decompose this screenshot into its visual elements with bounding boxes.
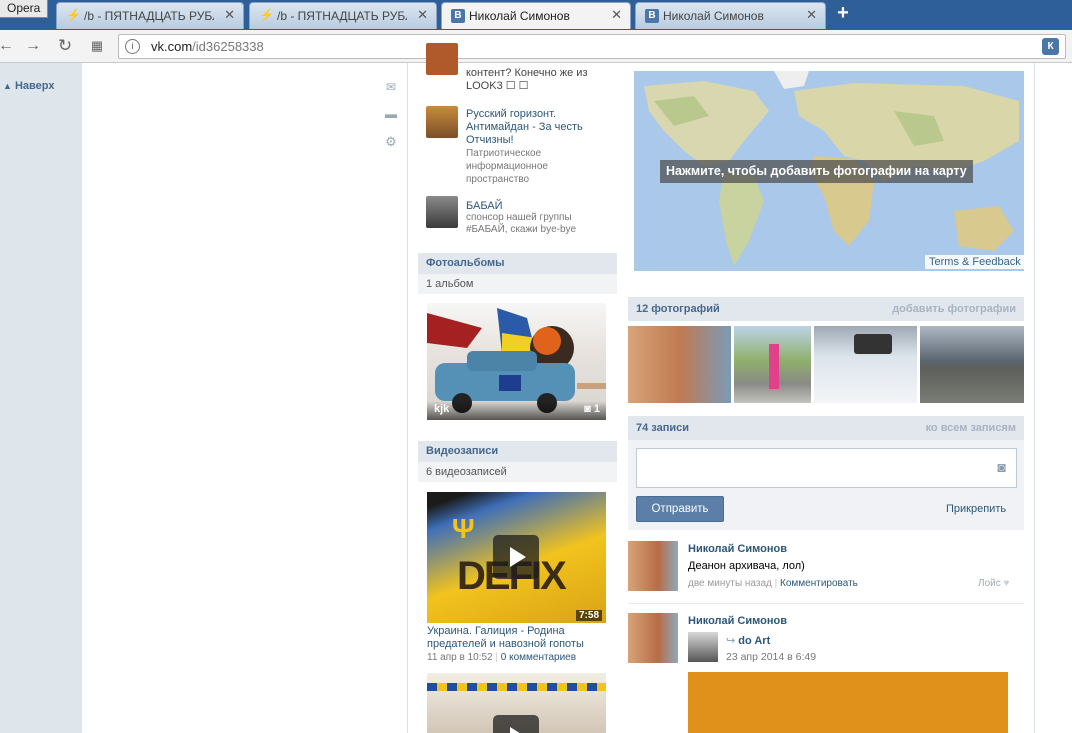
- group-title[interactable]: контент? Конечно же из LOOK3 ☐ ☐: [466, 67, 606, 93]
- terms-feedback-link[interactable]: Terms & Feedback: [925, 255, 1025, 269]
- comment-icon[interactable]: ▬: [384, 107, 398, 121]
- album-cover[interactable]: kjk ◙ 1: [427, 303, 606, 420]
- group-desc: спонсор нашей группы #БАБАЙ, скажи bye-b…: [466, 212, 577, 235]
- group-avatar: [426, 106, 458, 138]
- flags-decoration: [427, 683, 606, 691]
- photo-thumbnail[interactable]: [814, 326, 917, 403]
- wall-count-link[interactable]: 74 записи: [636, 416, 689, 440]
- repost-source[interactable]: ↪ do Art: [726, 634, 770, 647]
- album-photo-count: ◙ 1: [584, 403, 600, 415]
- browser-tab-active[interactable]: В Николай Симонов ✕: [441, 2, 631, 29]
- camera-icon: ◙: [584, 403, 591, 415]
- photos-count-link[interactable]: 12 фотографий: [636, 297, 720, 321]
- scroll-to-top-link[interactable]: ▲ Наверх: [3, 80, 54, 92]
- video-meta: 11 апр в 10:52 | 0 комментариев: [427, 652, 577, 663]
- tab-title: Николай Симонов: [469, 9, 570, 23]
- play-icon[interactable]: [493, 535, 539, 579]
- add-photos-link[interactable]: добавить фотографии: [892, 297, 1016, 321]
- group-avatar: [426, 196, 458, 228]
- vk-extension-icon[interactable]: К: [1042, 38, 1059, 55]
- post-time[interactable]: две минуты назад: [688, 578, 772, 589]
- vk-icon: В: [451, 9, 465, 23]
- post-image[interactable]: [688, 672, 1008, 733]
- browser-toolbar: ← → ↻ ▦ i vk.com/id36258338 К: [0, 30, 1072, 63]
- tab-title: Николай Симонов: [663, 9, 764, 23]
- post-text: Деанон архивача, лол): [688, 560, 805, 572]
- share-arrow-icon: ↪: [726, 635, 736, 647]
- post-input[interactable]: ◙: [636, 448, 1017, 488]
- site-info-icon[interactable]: i: [125, 39, 140, 54]
- video-date: 11 апр в 10:52: [427, 652, 493, 663]
- scroll-up-bar[interactable]: [0, 63, 82, 733]
- post-meta: две минуты назад | Комментировать: [688, 578, 858, 589]
- photo-thumbnail[interactable]: [734, 326, 811, 403]
- bolt-icon: ⚡: [259, 8, 274, 22]
- group-title[interactable]: Русский горизонт. Антимайдан - За честь …: [466, 108, 606, 147]
- browser-tab[interactable]: ⚡ /b - ПЯТНАДЦАТЬ РУБЛЕ ✕: [56, 2, 244, 29]
- back-arrow-icon[interactable]: ←: [0, 36, 16, 56]
- video-thumbnail[interactable]: Ψ DEFIX 7:58: [427, 492, 606, 623]
- avatar[interactable]: [628, 613, 678, 663]
- attach-link[interactable]: Прикрепить: [946, 503, 1006, 515]
- photo-thumbnail[interactable]: [628, 326, 731, 403]
- triangle-up-icon: ▲: [3, 81, 12, 91]
- camera-icon[interactable]: ◙: [998, 459, 1006, 475]
- close-icon[interactable]: ✕: [224, 3, 235, 27]
- group-avatar: [426, 43, 458, 75]
- browser-tab[interactable]: ⚡ /b - ПЯТНАДЦАТЬ РУБЛЕ ✕: [249, 2, 437, 29]
- album-caption-bar: kjk ◙ 1: [427, 401, 606, 420]
- tab-title: /b - ПЯТНАДЦАТЬ РУБЛЕ: [84, 9, 214, 23]
- play-icon[interactable]: [493, 715, 539, 733]
- new-tab-button[interactable]: +: [832, 3, 854, 25]
- videos-header[interactable]: Видеозаписи: [418, 441, 617, 462]
- reload-icon[interactable]: ↻: [55, 36, 75, 56]
- address-bar[interactable]: i vk.com/id36258338 К: [118, 34, 1066, 59]
- repost-avatar[interactable]: [688, 632, 718, 662]
- gear-icon[interactable]: ⚙: [384, 134, 398, 149]
- close-icon[interactable]: ✕: [806, 3, 817, 27]
- group-item[interactable]: Русский горизонт. Антимайдан - За честь …: [426, 106, 616, 186]
- photos-header: 12 фотографий добавить фотографии: [628, 297, 1024, 321]
- forward-arrow-icon[interactable]: →: [23, 36, 43, 56]
- vk-icon: В: [645, 9, 659, 23]
- bolt-icon: ⚡: [66, 8, 81, 22]
- trident-icon: Ψ: [452, 513, 475, 544]
- car-figure: [854, 334, 892, 354]
- group-item[interactable]: БАБАЙ спонсор нашей группы #БАБАЙ, скажи…: [426, 196, 616, 241]
- post-author[interactable]: Николай Симонов: [688, 543, 787, 555]
- albums-count: 1 альбом: [418, 274, 617, 294]
- video-comments-link[interactable]: 0 комментариев: [501, 652, 576, 663]
- photo-thumbnail[interactable]: [920, 326, 1024, 403]
- close-icon[interactable]: ✕: [417, 3, 428, 27]
- wall-header: 74 записи ко всем записям: [628, 416, 1024, 440]
- video-duration: 7:58: [575, 610, 602, 621]
- browser-tab-bar: Opera ⚡ /b - ПЯТНАДЦАТЬ РУБЛЕ ✕ ⚡ /b - П…: [0, 0, 1072, 30]
- albums-header[interactable]: Фотоальбомы: [418, 253, 617, 274]
- video-thumbnail[interactable]: [427, 673, 606, 733]
- heart-icon: ♥: [1003, 578, 1010, 589]
- avatar[interactable]: [628, 541, 678, 591]
- videos-count: 6 видеозаписей: [418, 462, 617, 482]
- close-icon[interactable]: ✕: [611, 3, 622, 27]
- like-button[interactable]: Лойс ♥: [978, 578, 1009, 589]
- group-desc: Патриотическое информационное пространст…: [466, 148, 548, 185]
- browser-tab[interactable]: В Николай Симонов ✕: [635, 2, 826, 29]
- opera-menu-button[interactable]: Opera: [0, 0, 48, 18]
- speed-dial-grid-icon[interactable]: ▦: [87, 36, 107, 56]
- post-author[interactable]: Николай Симонов: [688, 615, 787, 627]
- person-figure: [769, 344, 779, 389]
- video-title[interactable]: Украина. Галиция - Родина предателей и н…: [427, 625, 612, 651]
- send-button[interactable]: Отправить: [636, 496, 724, 522]
- all-posts-link[interactable]: ко всем записям: [926, 416, 1016, 440]
- url-text: vk.com/id36258338: [151, 39, 264, 54]
- map-add-photos-label[interactable]: Нажмите, чтобы добавить фотографии на ка…: [660, 160, 973, 183]
- divider: [628, 603, 1024, 604]
- post-date[interactable]: 23 апр 2014 в 6:49: [726, 651, 816, 663]
- mail-icon[interactable]: ✉: [384, 80, 398, 94]
- album-name: kjk: [434, 403, 450, 415]
- tab-title: /b - ПЯТНАДЦАТЬ РУБЛЕ: [277, 9, 407, 23]
- comment-link[interactable]: Комментировать: [780, 578, 858, 589]
